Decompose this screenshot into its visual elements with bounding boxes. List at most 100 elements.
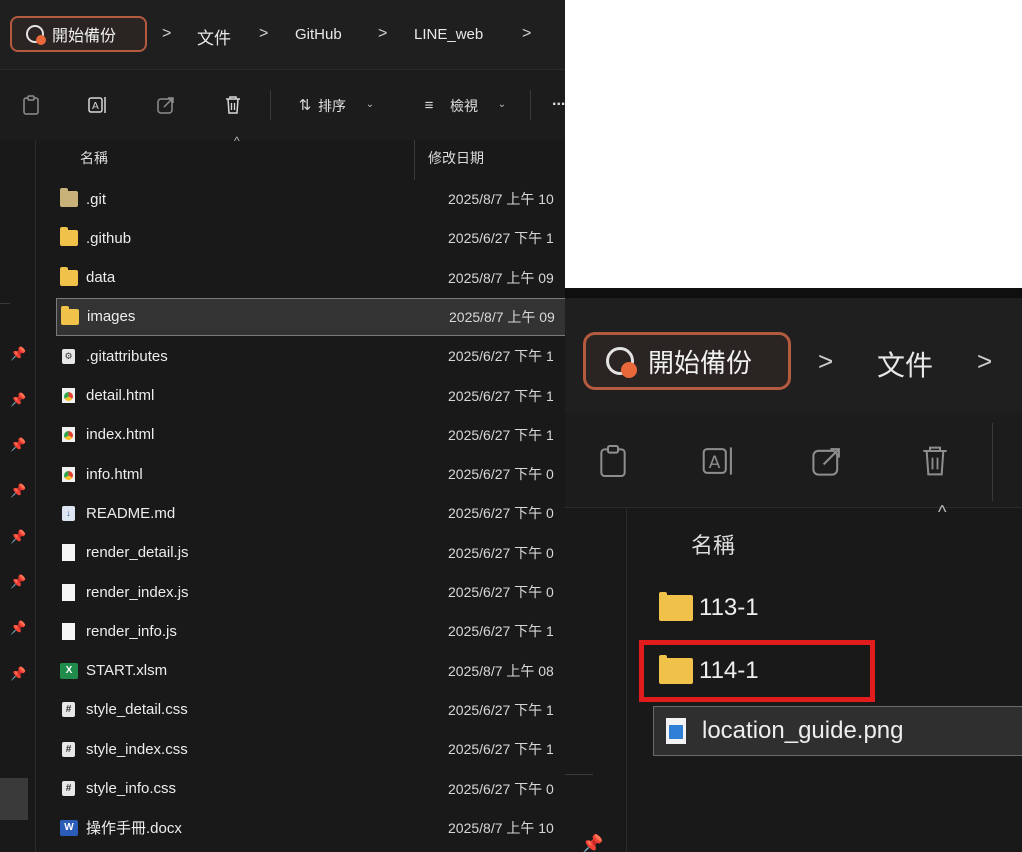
paste-icon[interactable] [595, 443, 631, 479]
file-name: README.md [86, 504, 176, 522]
file-modified-date: 2025/6/27 下午 0 [448, 466, 554, 483]
pin-icon[interactable]: 📌 [10, 574, 26, 590]
cloud-backup-icon [606, 347, 637, 378]
chrome-html-icon [62, 466, 75, 482]
file-row[interactable]: W 操作手冊.docx 2025/8/7 上午 10 [56, 809, 565, 847]
sort-button[interactable]: 排序 [318, 96, 346, 116]
file-name: render_info.js [86, 622, 177, 640]
file-row[interactable]: # style_detail.css 2025/6/27 下午 1 [56, 691, 565, 729]
file-modified-date: 2025/8/7 上午 10 [448, 191, 554, 207]
svg-text:A: A [92, 101, 99, 112]
paste-icon[interactable] [20, 94, 42, 116]
share-icon[interactable] [155, 94, 177, 116]
file-name: info.html [86, 465, 143, 483]
backup-label: 開始備份 [52, 28, 117, 45]
more-options-button[interactable]: ... [552, 92, 565, 110]
chevron-right-icon: > [378, 25, 388, 42]
file-row[interactable]: ⚙ .gitattributes 2025/6/27 下午 1 [56, 337, 565, 375]
file-row[interactable]: images 2025/8/7 上午 09 [56, 297, 565, 336]
file-row[interactable]: # style_info.css 2025/6/27 下午 0 [56, 770, 565, 808]
file-modified-date: 2025/8/7 上午 09 [449, 308, 555, 325]
nav-scroll-thumb[interactable] [0, 778, 28, 820]
file-row[interactable]: # style_index.css 2025/6/27 下午 1 [56, 730, 565, 768]
view-button[interactable]: 檢視 [450, 96, 478, 116]
file-row[interactable]: .git 2025/8/7 上午 10 [56, 180, 565, 218]
file-modified-date: 2025/8/7 上午 10 [448, 819, 554, 836]
navigation-pane: 📌 [565, 508, 627, 852]
column-header-name[interactable]: 名稱 [80, 148, 108, 168]
pin-icon[interactable]: 📌 [10, 529, 26, 545]
file-modified-date: 2025/6/27 下午 0 [448, 544, 554, 561]
delete-icon[interactable] [222, 94, 244, 116]
pin-icon[interactable]: 📌 [10, 666, 26, 682]
file-icon [62, 583, 75, 601]
file-row[interactable]: detail.html 2025/6/27 下午 1 [56, 377, 565, 415]
chevron-right-icon: > [818, 346, 834, 376]
file-name: index.html [86, 426, 155, 444]
file-row[interactable]: render_info.js 2025/6/27 下午 1 [56, 612, 565, 650]
file-row[interactable]: info.html 2025/6/27 下午 0 [56, 455, 565, 493]
markdown-file-icon: ↓ [62, 505, 75, 521]
pin-icon[interactable]: 📌 [581, 834, 603, 852]
breadcrumb-item-line-web[interactable]: LINE_web [414, 26, 483, 43]
file-name: .github [86, 229, 132, 247]
pin-icon[interactable]: 📌 [10, 392, 26, 408]
breadcrumb-item-documents[interactable]: 文件 [197, 24, 231, 49]
address-bar[interactable]: 開始備份 > 文件 > [565, 298, 1022, 413]
breadcrumb-item-github[interactable]: GitHub [295, 26, 342, 43]
command-bar: A [565, 413, 1022, 508]
chrome-html-icon [62, 388, 75, 403]
file-modified-date: 2025/6/27 下午 0 [448, 780, 554, 797]
chevron-down-icon: ⌄ [365, 98, 375, 110]
rename-icon[interactable]: A [86, 94, 110, 116]
chrome-html-icon [62, 427, 75, 443]
column-header-name[interactable]: 名稱 [691, 528, 735, 560]
folder-icon [60, 266, 78, 286]
file-name: style_info.css [86, 780, 177, 797]
file-name: render_detail.js [86, 544, 189, 562]
command-bar: A ⇅ 排序 ⌄ ≡ 檢視 ⌄ ... [0, 70, 565, 140]
file-modified-date: 2025/6/27 下午 1 [448, 701, 554, 718]
image-file-icon [666, 718, 686, 744]
explorer-window: 開始備份 > 文件 > GitHub > LINE_web > A ⇅ 排序 ⌄… [0, 0, 565, 852]
navigation-pane: 📌 📌 📌 📌 📌 📌 📌 📌 [0, 140, 36, 852]
highlight-box [639, 640, 875, 702]
file-name: 操作手冊.docx [86, 820, 182, 838]
backup-pill[interactable]: 開始備份 [10, 16, 147, 52]
breadcrumb-item-documents[interactable]: 文件 [877, 344, 933, 384]
folder-icon [61, 305, 79, 325]
share-icon[interactable] [809, 443, 845, 479]
backup-pill[interactable]: 開始備份 [583, 332, 791, 390]
cloud-backup-icon [26, 25, 46, 45]
pin-icon[interactable]: 📌 [10, 483, 26, 499]
address-bar[interactable]: 開始備份 > 文件 > GitHub > LINE_web > [0, 0, 565, 70]
file-modified-date: 2025/8/7 上午 08 [448, 662, 554, 679]
list-item[interactable]: 113-1 [653, 583, 1022, 633]
file-row[interactable]: render_index.js 2025/6/27 下午 0 [56, 573, 565, 611]
file-modified-date: 2025/6/27 下午 1 [448, 387, 554, 404]
file-row[interactable]: X START.xlsm 2025/8/7 上午 08 [56, 652, 565, 690]
pin-icon[interactable]: 📌 [10, 346, 26, 362]
file-row[interactable]: index.html 2025/6/27 下午 1 [56, 416, 565, 454]
file-row[interactable]: data 2025/8/7 上午 09 [56, 259, 565, 297]
settings-file-icon: ⚙ [62, 348, 75, 364]
pin-icon[interactable]: 📌 [10, 437, 26, 453]
column-header-modified[interactable]: 修改日期 [428, 148, 484, 168]
chevron-right-icon: > [162, 25, 172, 42]
delete-icon[interactable] [917, 443, 953, 479]
file-row[interactable]: .github 2025/6/27 下午 1 [56, 219, 565, 257]
pin-icon[interactable]: 📌 [10, 620, 26, 636]
folder-icon [659, 592, 693, 621]
file-name: style_detail.css [86, 701, 188, 719]
file-modified-date: 2025/6/27 下午 1 [448, 348, 554, 365]
file-row[interactable]: render_detail.js 2025/6/27 下午 0 [56, 534, 565, 572]
file-modified-date: 2025/6/27 下午 0 [448, 505, 554, 522]
file-name: .gitattributes [86, 347, 168, 365]
file-icon [62, 544, 75, 562]
list-item[interactable]: location_guide.png [653, 706, 1022, 756]
css-file-icon: # [62, 702, 75, 718]
sort-ascending-icon: ^ [938, 502, 947, 522]
file-row[interactable]: ↓ README.md 2025/6/27 下午 0 [56, 494, 565, 532]
rename-icon[interactable]: A [699, 443, 739, 479]
file-name: images [87, 308, 136, 326]
